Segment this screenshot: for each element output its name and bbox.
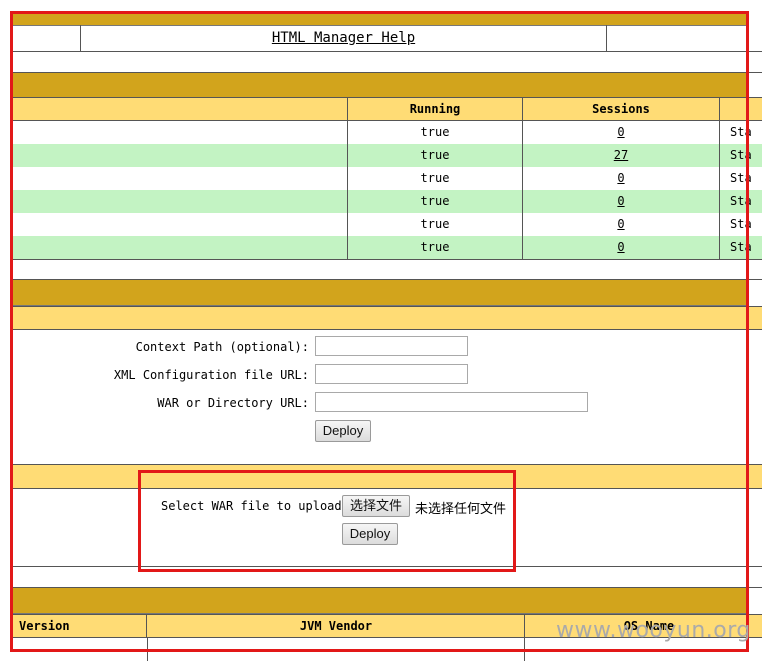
sessions-link[interactable]: 0 bbox=[617, 171, 624, 185]
header-sessions: Sessions bbox=[523, 98, 720, 120]
commands-cell[interactable]: Sta bbox=[720, 144, 762, 167]
war-dir-input[interactable] bbox=[315, 392, 588, 412]
help-row-cell-left bbox=[13, 25, 81, 51]
sessions-cell: 27 bbox=[523, 144, 720, 167]
commands-cell[interactable]: Sta bbox=[720, 236, 762, 259]
xml-config-label: XML Configuration file URL: bbox=[113, 368, 309, 382]
sessions-cell: 0 bbox=[523, 121, 720, 144]
xml-config-input[interactable] bbox=[315, 364, 468, 384]
server-info-section-band bbox=[13, 588, 749, 614]
table-row: true 0 Sta bbox=[13, 121, 762, 145]
sessions-link[interactable]: 0 bbox=[617, 194, 624, 208]
table-row: true 0 Sta bbox=[13, 236, 762, 260]
running-cell: true bbox=[348, 213, 523, 236]
table-row: true 0 Sta bbox=[13, 190, 762, 214]
commands-cell[interactable]: Sta bbox=[720, 167, 762, 190]
deploy-directory-header-row bbox=[13, 306, 762, 330]
choose-file-button[interactable]: 选择文件 bbox=[342, 495, 410, 517]
no-file-selected-text: 未选择任何文件 bbox=[415, 501, 507, 516]
sessions-link[interactable]: 27 bbox=[614, 148, 628, 162]
sessions-cell: 0 bbox=[523, 213, 720, 236]
manager-help-link[interactable]: HTML Manager Help bbox=[272, 30, 415, 46]
context-path-label: Context Path (optional): bbox=[135, 340, 309, 354]
sessions-link[interactable]: 0 bbox=[617, 240, 624, 254]
header-jvm-vendor: JVM Vendor bbox=[148, 615, 525, 637]
upload-header-row bbox=[13, 464, 762, 489]
sessions-link[interactable]: 0 bbox=[617, 125, 624, 139]
table-row: true 0 Sta bbox=[13, 167, 762, 191]
spacer-row bbox=[13, 260, 762, 280]
header-running: Running bbox=[348, 98, 523, 120]
watermark-text: www.wooyun.org bbox=[556, 618, 751, 643]
running-cell: true bbox=[348, 144, 523, 167]
commands-cell[interactable]: Sta bbox=[720, 190, 762, 213]
sessions-cell: 0 bbox=[523, 190, 720, 213]
sessions-cell: 0 bbox=[523, 167, 720, 190]
running-cell: true bbox=[348, 236, 523, 259]
running-cell: true bbox=[348, 190, 523, 213]
applications-section-band bbox=[13, 73, 749, 98]
upload-deploy-button[interactable]: Deploy bbox=[342, 523, 398, 545]
commands-cell[interactable]: Sta bbox=[720, 213, 762, 236]
table-row: true 27 Sta bbox=[13, 144, 762, 168]
spacer-row bbox=[13, 567, 762, 588]
table-row: true 0 Sta bbox=[13, 213, 762, 237]
row-path-cell bbox=[13, 121, 348, 144]
context-path-input[interactable] bbox=[315, 336, 468, 356]
running-cell: true bbox=[348, 167, 523, 190]
manager-page: HTML Manager Help Running Sessions true … bbox=[0, 0, 762, 661]
cell-divider bbox=[524, 637, 525, 661]
running-cell: true bbox=[348, 121, 523, 144]
applications-header-row: Running Sessions bbox=[13, 97, 762, 121]
row-path-cell bbox=[13, 190, 348, 213]
row-path-cell bbox=[13, 213, 348, 236]
spacer-row bbox=[13, 52, 762, 73]
help-row: HTML Manager Help bbox=[13, 25, 762, 52]
row-path-cell bbox=[13, 167, 348, 190]
cell-divider bbox=[147, 637, 148, 661]
header-blank bbox=[13, 98, 348, 120]
deploy-section-band bbox=[13, 280, 749, 306]
row-path-cell bbox=[13, 144, 348, 167]
select-war-label: Select WAR file to upload bbox=[161, 499, 342, 513]
row-path-cell bbox=[13, 236, 348, 259]
deploy-directory-form: Context Path (optional): XML Configurati… bbox=[13, 329, 762, 464]
header-version: Version bbox=[13, 615, 147, 637]
commands-cell[interactable]: Sta bbox=[720, 121, 762, 144]
sessions-cell: 0 bbox=[523, 236, 720, 259]
deploy-directory-button[interactable]: Deploy bbox=[315, 420, 371, 442]
upload-war-form: Select WAR file to upload 选择文件 未选择任何文件 D… bbox=[13, 488, 762, 567]
help-row-cell-center: HTML Manager Help bbox=[81, 25, 607, 51]
sessions-link[interactable]: 0 bbox=[617, 217, 624, 231]
war-dir-label: WAR or Directory URL: bbox=[157, 396, 309, 410]
